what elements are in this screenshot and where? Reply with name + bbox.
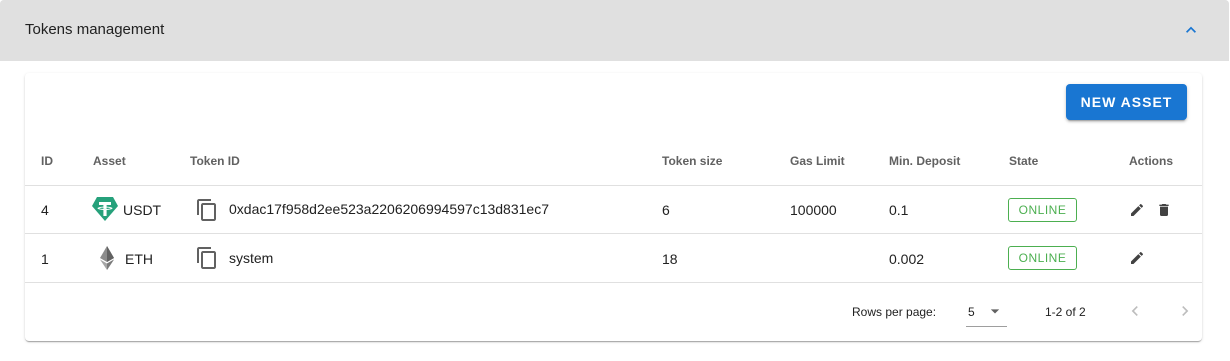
- row-divider: [25, 282, 1202, 283]
- dropdown-arrow-icon[interactable]: [985, 301, 1005, 321]
- copy-icon[interactable]: [195, 246, 219, 270]
- column-header-token-size[interactable]: Token size: [662, 154, 722, 168]
- column-header-state[interactable]: State: [1009, 154, 1038, 168]
- status-badge: ONLINE: [1008, 246, 1077, 270]
- row-min-deposit: 0.002: [889, 251, 925, 267]
- row-token-id: 0xdac17f958d2ee523a2206206994597c13d831e…: [229, 201, 549, 217]
- row-asset-name: USDT: [123, 202, 162, 218]
- rows-per-page-label: Rows per page:: [852, 305, 937, 319]
- row-asset-name: ETH: [125, 251, 153, 267]
- column-header-gas-limit[interactable]: Gas Limit: [790, 154, 845, 168]
- chevron-right-icon[interactable]: [1175, 301, 1195, 321]
- edit-icon[interactable]: [1129, 202, 1145, 218]
- header-divider: [25, 185, 1202, 186]
- delete-icon[interactable]: [1156, 202, 1172, 218]
- row-id: 1: [41, 251, 49, 267]
- tokens-management-panel: Tokens management NEW ASSET ID Asset Tok…: [0, 0, 1229, 361]
- column-header-token-id[interactable]: Token ID: [190, 154, 240, 168]
- column-header-actions: Actions: [1129, 154, 1174, 168]
- column-header-min-deposit[interactable]: Min. Deposit: [889, 154, 960, 168]
- select-underline: [966, 326, 1007, 327]
- tether-icon: [92, 197, 118, 221]
- row-min-deposit: 0.1: [889, 202, 909, 218]
- row-token-size: 18: [662, 251, 678, 267]
- row-id: 4: [41, 202, 49, 218]
- edit-icon[interactable]: [1129, 250, 1145, 266]
- new-asset-button[interactable]: NEW ASSET: [1066, 84, 1187, 120]
- row-gas-limit: 100000: [790, 202, 837, 218]
- chevron-up-icon[interactable]: [1181, 20, 1201, 40]
- column-header-asset[interactable]: Asset: [93, 154, 126, 168]
- copy-icon[interactable]: [195, 198, 219, 222]
- ethereum-icon: [100, 246, 114, 270]
- row-divider: [25, 233, 1202, 234]
- tokens-table-card: NEW ASSET ID Asset Token ID Token size G…: [25, 73, 1202, 341]
- pagination-range: 1-2 of 2: [1045, 305, 1086, 319]
- column-header-id[interactable]: ID: [41, 154, 53, 168]
- accordion-title: Tokens management: [25, 21, 165, 38]
- status-badge: ONLINE: [1008, 198, 1077, 222]
- row-token-size: 6: [662, 202, 670, 218]
- rows-per-page-value[interactable]: 5: [968, 305, 975, 319]
- accordion-header[interactable]: Tokens management: [0, 0, 1229, 61]
- row-token-id: system: [229, 250, 274, 266]
- chevron-left-icon[interactable]: [1125, 301, 1145, 321]
